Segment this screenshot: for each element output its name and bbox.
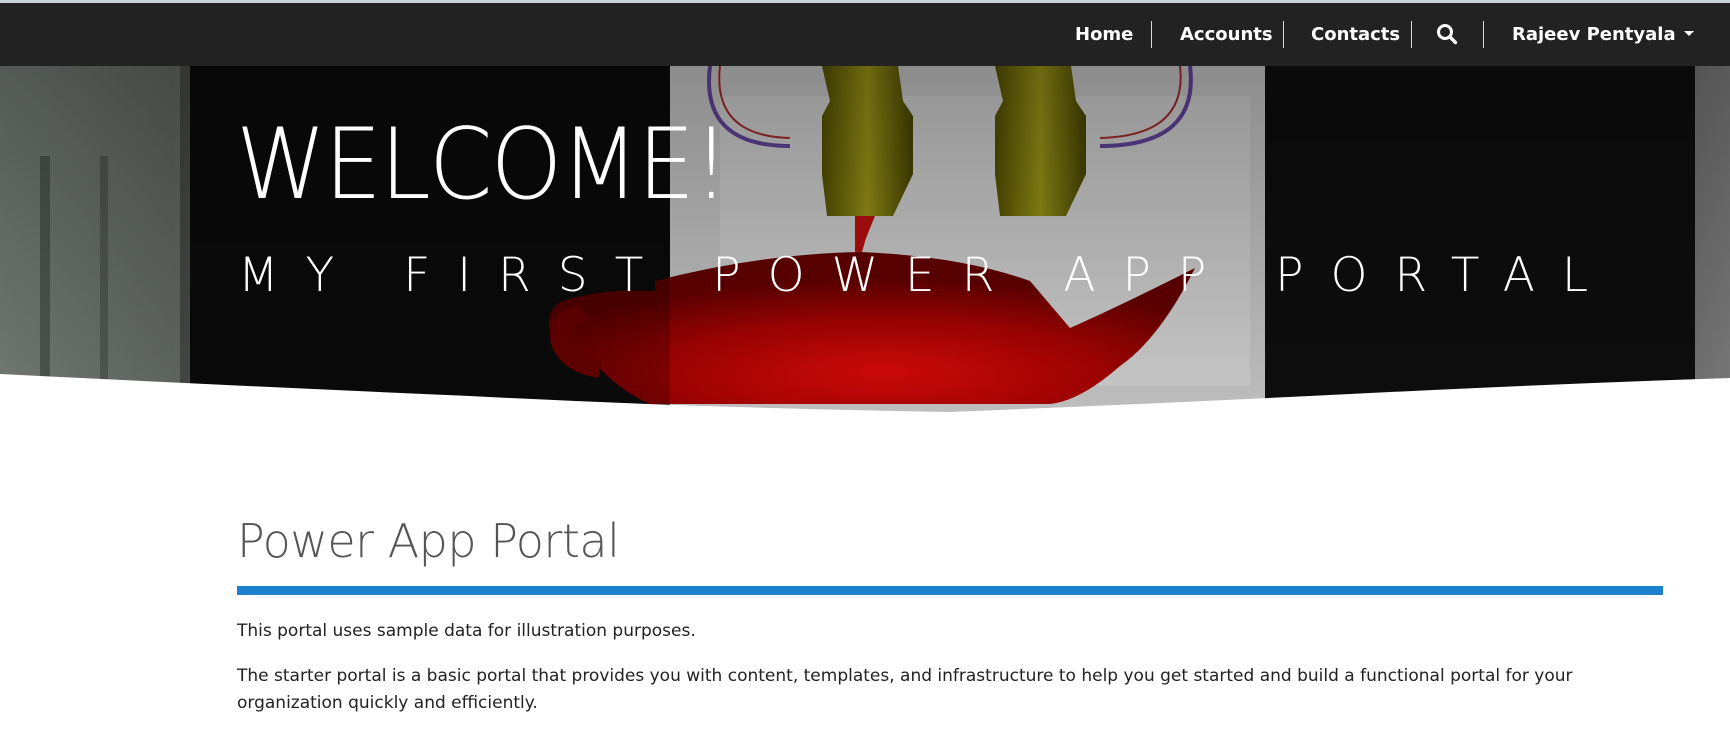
user-name: Rajeev Pentyala — [1512, 24, 1676, 45]
search-button[interactable] — [1436, 23, 1460, 47]
intro-paragraph: This portal uses sample data for illustr… — [237, 621, 696, 641]
nav-link-home[interactable]: Home — [1075, 3, 1133, 66]
nav-separator — [1411, 21, 1412, 48]
description-paragraph: The starter portal is a basic portal tha… — [237, 666, 1573, 713]
search-icon — [1437, 24, 1458, 45]
nav-separator — [1483, 21, 1484, 48]
nav-separator — [1283, 21, 1284, 48]
hero-subtitle: MY FIRST POWER APP PORTAL — [238, 248, 1616, 303]
heading-accent-rule — [237, 586, 1663, 595]
page-title: Power App Portal — [237, 514, 620, 568]
nav-separator — [1151, 21, 1152, 48]
user-menu[interactable]: Rajeev Pentyala — [1512, 3, 1694, 66]
main-content: Power App Portal This portal uses sample… — [237, 514, 1663, 713]
nav-link-accounts[interactable]: Accounts — [1180, 3, 1273, 66]
hero-banner: WELCOME! MY FIRST POWER APP PORTAL — [0, 66, 1730, 446]
nav-link-contacts[interactable]: Contacts — [1311, 3, 1400, 66]
hero-title: WELCOME! — [236, 108, 730, 222]
top-navbar: Home Accounts Contacts Rajeev Pentyala — [0, 3, 1730, 66]
caret-down-icon — [1683, 30, 1694, 36]
